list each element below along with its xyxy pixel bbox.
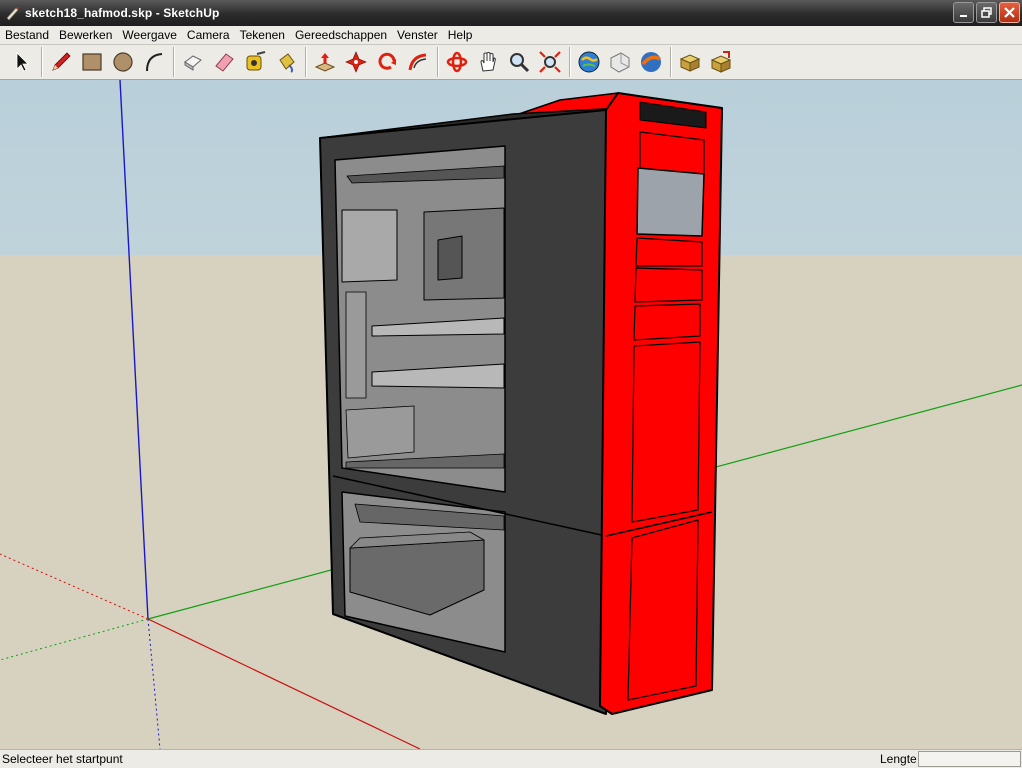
circle-icon[interactable] [107,47,138,77]
minimize-icon[interactable] [953,2,974,23]
share-component-icon[interactable] [705,47,736,77]
measurements-input[interactable] [918,751,1021,767]
menu-camera[interactable]: Camera [182,26,235,45]
pencil-line-icon[interactable] [45,47,76,77]
push-pull-icon[interactable] [309,47,340,77]
toolbar-group-draw [42,47,171,77]
select-arrow-icon[interactable] [6,47,37,77]
toolbar-group-edit [174,47,303,77]
eraser-icon[interactable] [208,47,239,77]
share-model-icon[interactable] [604,47,635,77]
measurements-label: Lengte [880,752,917,766]
get-components-icon[interactable] [674,47,705,77]
zoom-icon[interactable] [503,47,534,77]
zoom-extents-icon[interactable] [534,47,565,77]
toolbar-group-camera [438,47,567,77]
title-bar: sketch18_hafmod.skp - SketchUp [0,0,1022,26]
pan-hand-icon[interactable] [472,47,503,77]
model-scene [0,80,1022,749]
follow-me-icon[interactable] [402,47,433,77]
pc-case-model [319,92,723,715]
menu-weergave[interactable]: Weergave [117,26,181,45]
make-component-icon[interactable] [177,47,208,77]
google-earth-icon[interactable] [635,47,666,77]
paint-bucket-icon[interactable] [270,47,301,77]
toolbar-group-components [671,47,738,77]
menu-tekenen[interactable]: Tekenen [235,26,290,45]
toolbar-group-google [570,47,668,77]
sketchup-app-icon [6,7,19,21]
get-models-icon[interactable] [573,47,604,77]
toolbar [0,45,1022,80]
restore-icon[interactable] [976,2,997,23]
menu-bar: Bestand Bewerken Weergave Camera Tekenen… [0,26,1022,45]
menu-gereedschappen[interactable]: Gereedschappen [290,26,392,45]
window-title: sketch18_hafmod.skp - SketchUp [25,6,220,20]
menu-help[interactable]: Help [443,26,478,45]
move-icon[interactable] [340,47,371,77]
menu-bestand[interactable]: Bestand [0,26,54,45]
menu-venster[interactable]: Venster [392,26,443,45]
rectangle-icon[interactable] [76,47,107,77]
close-icon[interactable] [999,2,1020,23]
toolbar-group-select [4,47,39,77]
status-message: Selecteer het startpunt [2,752,123,766]
orbit-icon[interactable] [441,47,472,77]
toolbar-group-modify [306,47,435,77]
model-viewport[interactable] [0,80,1022,749]
rotate-icon[interactable] [371,47,402,77]
arc-icon[interactable] [138,47,169,77]
tape-measure-icon[interactable] [239,47,270,77]
status-bar: Selecteer het startpunt Lengte [0,749,1022,768]
menu-bewerken[interactable]: Bewerken [54,26,117,45]
